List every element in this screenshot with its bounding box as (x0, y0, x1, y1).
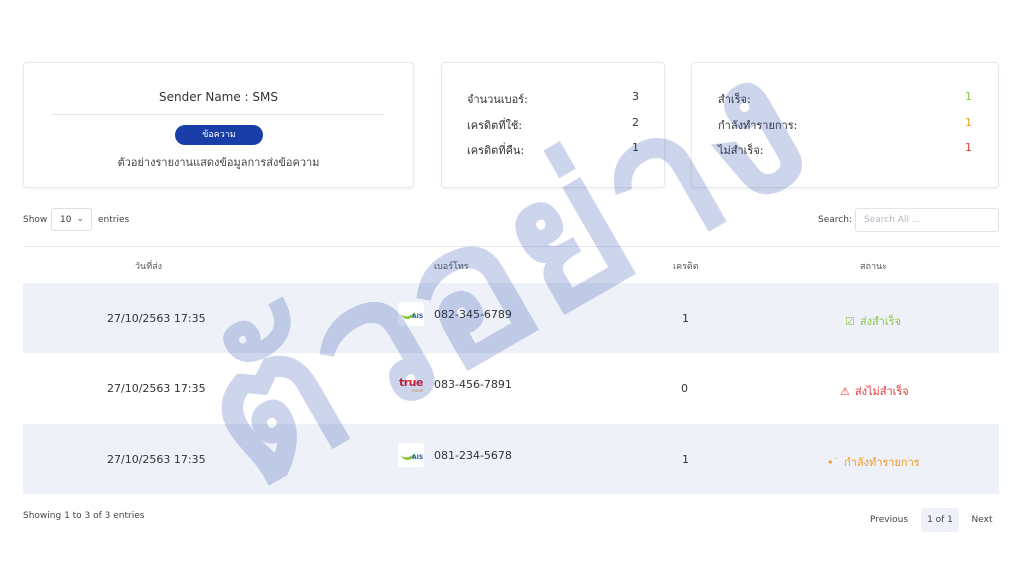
phone-number: 082-345-6789 (434, 308, 512, 321)
show-label: Show (23, 215, 48, 225)
sender-card: Sender Name : SMS ข้อความ ตัวอย่างรายงาน… (23, 62, 414, 188)
ais-logo: AIS (398, 443, 424, 467)
status-cell: •˙ กำลังทำรายการ (827, 453, 920, 471)
failed-value: 1 (965, 141, 972, 154)
credit-summary-card: จำนวนเบอร์: 3 เครดิตที่ใช้: 2 เครดิตที่ค… (441, 62, 665, 188)
true-logo: true move (398, 372, 424, 396)
credit-used-row: เครดิตที่ใช้: 2 (467, 116, 639, 132)
credit-used-label: เครดิตที่ใช้: (467, 119, 523, 132)
divider (52, 114, 385, 115)
column-header-status[interactable]: สถานะ (860, 259, 887, 273)
table-row: 27/10/2563 17:35 AIS 081-234-5678 1 •˙ กำ… (23, 424, 999, 494)
credit-value: 0 (681, 382, 688, 395)
failed-label: ไม่สำเร็จ: (718, 144, 764, 157)
credit-value: 1 (682, 312, 689, 325)
status-text: ส่งไม่สำเร็จ (854, 385, 909, 398)
sender-name: Sender Name : SMS (158, 90, 278, 104)
true-logo-subtext: move (412, 388, 424, 393)
processing-value: 1 (965, 116, 972, 129)
message-button[interactable]: ข้อความ (175, 125, 263, 145)
status-summary-card: สำเร็จ: 1 กำลังทำรายการ: 1 ไม่สำเร็จ: 1 (691, 62, 999, 188)
ais-logo-text: AIS (412, 454, 424, 461)
status-text: กำลังทำรายการ (844, 456, 920, 469)
entries-label: entries (98, 215, 130, 225)
column-header-phone[interactable]: เบอร์โทร (434, 259, 469, 273)
status-cell: ☑ ส่งสำเร็จ (845, 312, 901, 330)
status-cell: ⚠ ส่งไม่สำเร็จ (840, 382, 909, 400)
credit-value: 1 (682, 453, 689, 466)
status-text: ส่งสำเร็จ (859, 315, 901, 328)
credit-returned-row: เครดิตที่คืน: 1 (467, 141, 639, 157)
column-header-credit[interactable]: เครดิต (673, 259, 699, 273)
loading-dots-icon: •˙ (827, 456, 839, 469)
ais-logo-text: AIS (412, 313, 424, 320)
number-count-row: จำนวนเบอร์: 3 (467, 90, 639, 106)
success-row: สำเร็จ: 1 (718, 90, 972, 106)
phone-number: 081-234-5678 (434, 449, 512, 462)
sent-date: 27/10/2563 17:35 (107, 382, 206, 395)
next-page-button[interactable]: Next (965, 508, 999, 532)
table-header: วันที่ส่ง เบอร์โทร เครดิต สถานะ (23, 246, 999, 284)
column-header-date[interactable]: วันที่ส่ง (135, 259, 162, 273)
failed-row: ไม่สำเร็จ: 1 (718, 141, 972, 157)
search-label: Search: (818, 215, 852, 225)
current-page[interactable]: 1 of 1 (921, 508, 959, 532)
credit-used-value: 2 (632, 116, 639, 129)
number-count-label: จำนวนเบอร์: (467, 93, 528, 106)
sent-date: 27/10/2563 17:35 (107, 312, 206, 325)
processing-row: กำลังทำรายการ: 1 (718, 116, 972, 132)
table-info: Showing 1 to 3 of 3 entries (23, 511, 145, 521)
table-row: 27/10/2563 17:35 true move 083-456-7891 … (23, 353, 999, 423)
sender-description: ตัวอย่างรายงานแสดงข้อมูลการส่งข้อความ (117, 156, 320, 169)
chevron-down-icon: ⌄ (76, 214, 84, 224)
search-input[interactable] (855, 208, 999, 232)
warning-triangle-icon: ⚠ (840, 385, 850, 398)
success-label: สำเร็จ: (718, 93, 751, 106)
sent-date: 27/10/2563 17:35 (107, 453, 206, 466)
table-row: 27/10/2563 17:35 AIS 082-345-6789 1 ☑ ส่ง… (23, 283, 999, 353)
processing-label: กำลังทำรายการ: (718, 119, 798, 132)
credit-returned-value: 1 (632, 141, 639, 154)
page-length-select[interactable]: 10 ⌄ (51, 208, 92, 231)
previous-page-button[interactable]: Previous (864, 508, 914, 532)
check-square-icon: ☑ (845, 315, 855, 328)
page-length-value: 10 (60, 215, 72, 225)
phone-number: 083-456-7891 (434, 378, 512, 391)
success-value: 1 (965, 90, 972, 103)
credit-returned-label: เครดิตที่คืน: (467, 144, 525, 157)
number-count-value: 3 (632, 90, 639, 103)
ais-logo: AIS (398, 302, 424, 326)
